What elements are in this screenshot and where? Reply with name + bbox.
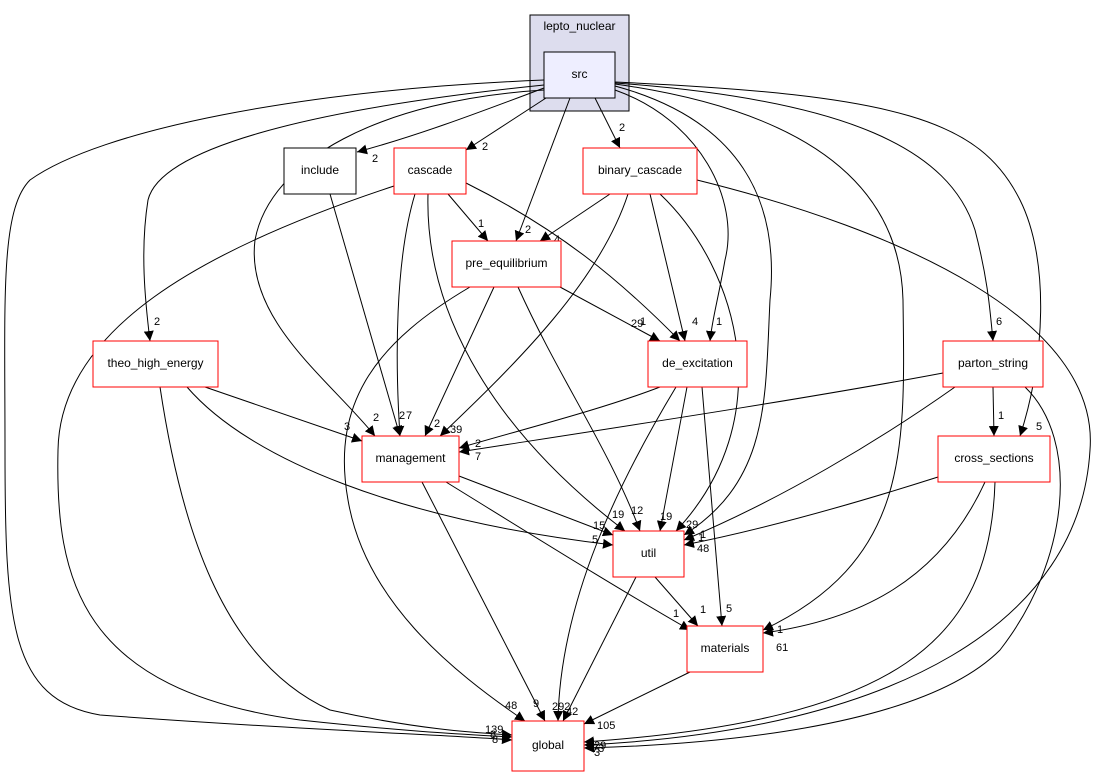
node-include[interactable]: include: [283, 147, 357, 195]
edge-management-util: 15: [458, 475, 614, 537]
edge-label: 2: [399, 410, 405, 422]
edge-label: 2: [619, 122, 625, 134]
node-label: cascade: [408, 163, 453, 177]
edge-label: 42: [566, 706, 578, 718]
edge-label: 29: [594, 740, 606, 752]
edge-label: 1: [716, 316, 722, 328]
edge-label: 19: [660, 511, 672, 523]
edge-label: 2: [525, 224, 531, 236]
edge-cross-sections-materials: 61: [762, 481, 986, 654]
edge-label: 61: [776, 642, 788, 654]
edge-label: 3: [344, 421, 350, 433]
node-pre-equilibrium[interactable]: pre_equilibrium: [451, 240, 562, 288]
edge-label: 15: [593, 520, 605, 532]
edge-cascade-pre-equilibrium: 1: [447, 193, 489, 242]
edge-de-excitation-materials: 5: [701, 386, 732, 627]
node-label: management: [375, 451, 446, 465]
edge-label: 1: [673, 608, 679, 620]
node-util[interactable]: util: [612, 530, 685, 578]
edge-label: 5: [1036, 421, 1042, 433]
node-label: src: [572, 67, 588, 81]
edge-binary-cascade-management: 39: [439, 193, 629, 437]
node-materials[interactable]: materials: [686, 625, 764, 673]
edge-cross-sections-global: 29: [583, 481, 996, 752]
edge-src-de-excitation: 1: [614, 89, 729, 342]
node-label: include: [301, 163, 339, 177]
edge-label: 105: [597, 720, 615, 732]
node-label: parton_string: [958, 356, 1028, 370]
edge-pre-equilibrium-de-excitation: 29: [559, 286, 661, 342]
node-label: de_excitation: [662, 356, 733, 370]
edge-de-excitation-management: 2: [458, 386, 661, 450]
edge-management-global: 9: [421, 481, 546, 722]
edge-label: 2: [482, 141, 488, 153]
edge-label: 5: [726, 603, 732, 615]
edge-label: 39: [450, 424, 462, 436]
node-label: pre_equilibrium: [465, 256, 547, 270]
edge-binary-cascade-pre-equilibrium: 4: [539, 193, 611, 246]
edge-label: 48: [697, 543, 709, 555]
edge-label: 1: [478, 218, 484, 230]
edge-label: 6: [996, 316, 1002, 328]
node-binary-cascade[interactable]: binary_cascade: [582, 147, 698, 195]
node-label: cross_sections: [954, 451, 1033, 465]
node-label: materials: [701, 641, 750, 655]
node-theo-high-energy[interactable]: theo_high_energy: [92, 340, 219, 388]
edge-label: 8: [492, 734, 498, 746]
edge-parton-string-cross-sections: 1: [988, 386, 1004, 437]
edge-label: 9: [533, 698, 539, 710]
edge-label: 7: [475, 451, 481, 463]
edge-label: 12: [631, 505, 643, 517]
dependency-graph: lepto_nuclear 2 2 2 2 2 2 1 1 1 6 5 8 7 …: [4, 14, 1091, 772]
edge-label: 1: [998, 410, 1004, 422]
edge-util-materials: 1: [654, 576, 706, 627]
node-global[interactable]: global: [511, 720, 585, 772]
edge-label: 5: [592, 534, 598, 546]
cluster-label: lepto_nuclear: [543, 19, 615, 33]
node-cross-sections[interactable]: cross_sections: [937, 435, 1051, 483]
edge-src-pre-equilibrium: 2: [514, 97, 571, 242]
node-label: global: [532, 738, 564, 752]
node-label: binary_cascade: [598, 163, 682, 177]
edge-label: 29: [631, 318, 643, 330]
node-cascade[interactable]: cascade: [393, 147, 467, 195]
edge-de-excitation-util: 19: [656, 386, 688, 532]
node-label: theo_high_energy: [107, 356, 203, 370]
edge-label: 7: [406, 410, 412, 422]
edge-materials-global: 105: [583, 671, 691, 732]
edge-src-theo-high-energy: 2: [143, 84, 545, 342]
node-de-excitation[interactable]: de_excitation: [647, 340, 748, 388]
edge-src-cascade: 2: [465, 97, 547, 153]
node-src[interactable]: src: [543, 51, 616, 99]
edge-label: 2: [154, 316, 160, 328]
edge-label: 29: [686, 519, 698, 531]
edge-pre-equilibrium-global: 48: [343, 286, 526, 722]
edge-cross-sections-util: 48: [683, 476, 939, 555]
node-parton-string[interactable]: parton_string: [942, 340, 1044, 388]
node-management[interactable]: management: [361, 435, 460, 483]
node-label: util: [641, 546, 656, 560]
edge-label: 48: [505, 700, 517, 712]
edge-label: 1: [700, 604, 706, 616]
edge-label: 19: [612, 509, 624, 521]
edge-cascade-management: 2: [394, 193, 416, 437]
edge-label: 2: [373, 412, 379, 424]
edge-label: 2: [434, 418, 440, 430]
edge-label: 2: [372, 153, 378, 165]
edge-util-global: 42: [562, 576, 637, 722]
edge-label: 4: [692, 316, 698, 328]
